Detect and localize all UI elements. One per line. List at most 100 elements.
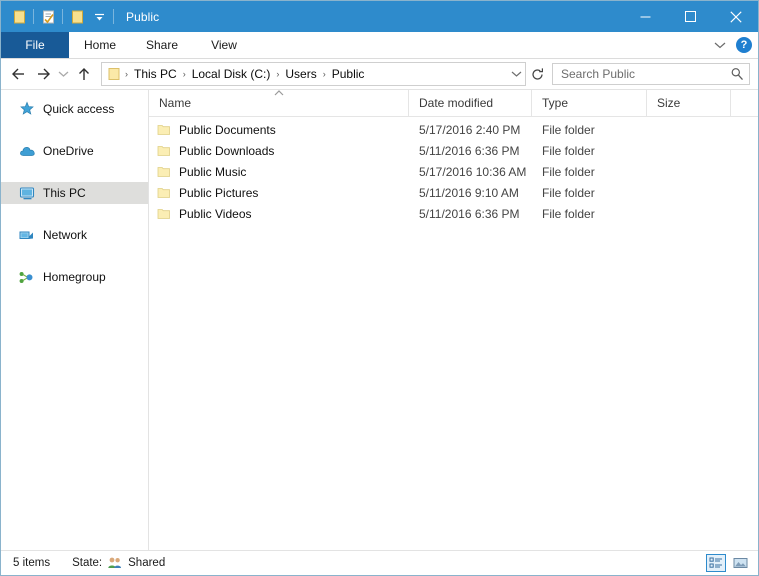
tab-home[interactable]: Home <box>69 32 131 58</box>
file-name: Public Music <box>179 164 247 179</box>
file-date: 5/17/2016 2:40 PM <box>419 122 521 137</box>
file-name-cell: Public Pictures <box>149 186 409 200</box>
tab-file-label: File <box>25 38 45 52</box>
back-button[interactable] <box>7 62 31 86</box>
file-type: File folder <box>542 143 595 158</box>
state-label: State: <box>72 557 103 569</box>
column-header-type[interactable]: Type <box>532 90 647 116</box>
cloud-icon <box>19 144 37 158</box>
tab-share[interactable]: Share <box>131 32 193 58</box>
breadcrumb[interactable]: › This PC › Local Disk (C:) › Users › Pu… <box>101 62 526 86</box>
help-icon[interactable]: ? <box>736 37 752 53</box>
file-name-cell: Public Documents <box>149 123 409 137</box>
folder-icon <box>157 123 171 136</box>
file-name: Public Videos <box>179 206 252 221</box>
address-bar: › This PC › Local Disk (C:) › Users › Pu… <box>1 59 758 89</box>
breadcrumb-item-users[interactable]: Users <box>280 67 321 81</box>
forward-button[interactable] <box>31 62 55 86</box>
sidebar-item-label: Homegroup <box>43 270 106 284</box>
search-icon[interactable] <box>730 67 744 81</box>
sidebar-item-label: Quick access <box>43 102 115 116</box>
column-header-label: Size <box>657 96 681 110</box>
breadcrumb-folder-icon[interactable] <box>106 67 122 81</box>
column-header-name[interactable]: Name <box>149 90 409 116</box>
sidebar-item-quick-access[interactable]: Quick access <box>1 98 148 120</box>
sidebar-item-onedrive[interactable]: OneDrive <box>1 140 148 162</box>
sidebar-item-label: Network <box>43 228 88 242</box>
monitor-icon <box>19 186 37 201</box>
breadcrumb-item-public[interactable]: Public <box>327 67 370 81</box>
large-icons-view-button[interactable] <box>730 554 750 572</box>
table-row[interactable]: Public Videos 5/11/2016 6:36 PM File fol… <box>149 203 758 224</box>
file-type: File folder <box>542 206 595 221</box>
breadcrumb-item-local-disk[interactable]: Local Disk (C:) <box>187 67 276 81</box>
minimize-button[interactable] <box>623 1 668 32</box>
sidebar-item-homegroup[interactable]: Homegroup <box>1 266 148 288</box>
file-name-cell: Public Music <box>149 165 409 179</box>
search-input[interactable]: Search Public <box>552 63 750 85</box>
sidebar-item-this-pc[interactable]: This PC <box>1 182 148 204</box>
window-title: Public <box>126 9 160 24</box>
column-header-label: Type <box>542 96 569 110</box>
folder-icon[interactable] <box>8 6 30 28</box>
new-folder-icon[interactable] <box>66 6 88 28</box>
window-controls <box>623 1 758 32</box>
column-header-date-modified[interactable]: Date modified <box>409 90 532 116</box>
breadcrumb-dropdown-icon[interactable] <box>507 64 525 84</box>
file-explorer-window: Public File Home Share View ? › This PC … <box>0 0 759 576</box>
view-buttons <box>706 551 750 575</box>
folder-icon <box>157 144 171 157</box>
table-row[interactable]: Public Downloads 5/11/2016 6:36 PM File … <box>149 140 758 161</box>
recent-locations-button[interactable] <box>55 62 72 86</box>
tab-view-label: View <box>211 38 237 52</box>
ribbon-right-controls: ? <box>710 32 752 58</box>
folder-icon <box>157 186 171 199</box>
homegroup-icon <box>19 270 37 285</box>
tab-file[interactable]: File <box>1 32 69 58</box>
file-date: 5/11/2016 9:10 AM <box>419 185 519 200</box>
state-value: Shared <box>128 557 166 569</box>
help-label: ? <box>740 38 748 51</box>
ribbon-tabs: File Home Share View ? <box>1 32 758 59</box>
search-placeholder: Search Public <box>561 67 636 81</box>
column-header-label: Name <box>159 96 192 110</box>
star-icon <box>19 101 37 117</box>
file-date: 5/11/2016 6:36 PM <box>419 206 520 221</box>
sidebar-item-network[interactable]: Network <box>1 224 148 246</box>
maximize-button[interactable] <box>668 1 713 32</box>
people-icon <box>107 556 123 570</box>
column-header-size[interactable]: Size <box>647 90 731 116</box>
network-icon <box>19 228 37 243</box>
folder-icon <box>157 165 171 178</box>
folder-icon <box>157 207 171 220</box>
refresh-button[interactable] <box>526 63 548 85</box>
file-date: 5/17/2016 10:36 AM <box>419 164 527 179</box>
qat-separator <box>113 9 114 24</box>
file-name: Public Pictures <box>179 185 259 200</box>
close-button[interactable] <box>713 1 758 32</box>
navigation-pane: Quick access OneDrive This PC Network Ho… <box>1 90 149 550</box>
qat-separator <box>62 9 63 24</box>
sort-ascending-icon <box>273 86 285 96</box>
up-button[interactable] <box>72 62 96 86</box>
file-date: 5/11/2016 6:36 PM <box>419 143 520 158</box>
explorer-body: Quick access OneDrive This PC Network Ho… <box>1 89 758 550</box>
breadcrumb-item-this-pc[interactable]: This PC <box>129 67 182 81</box>
details-view-button[interactable] <box>706 554 726 572</box>
table-row[interactable]: Public Pictures 5/11/2016 9:10 AM File f… <box>149 182 758 203</box>
tab-view[interactable]: View <box>193 32 255 58</box>
item-count: 5 items <box>13 557 51 569</box>
table-row[interactable]: Public Music 5/17/2016 10:36 AM File fol… <box>149 161 758 182</box>
table-row[interactable]: Public Documents 5/17/2016 2:40 PM File … <box>149 119 758 140</box>
customize-dropdown-icon[interactable] <box>88 6 110 28</box>
sidebar-item-label: OneDrive <box>43 144 94 158</box>
file-type: File folder <box>542 122 595 137</box>
properties-icon[interactable] <box>37 6 59 28</box>
qat-separator <box>33 9 34 24</box>
status-badge: State: Shared <box>72 556 165 570</box>
title-bar: Public <box>1 1 758 32</box>
column-header-label: Date modified <box>419 96 494 110</box>
chevron-down-icon[interactable] <box>710 39 730 51</box>
file-list: Public Documents 5/17/2016 2:40 PM File … <box>149 117 758 550</box>
tab-share-label: Share <box>145 38 179 52</box>
